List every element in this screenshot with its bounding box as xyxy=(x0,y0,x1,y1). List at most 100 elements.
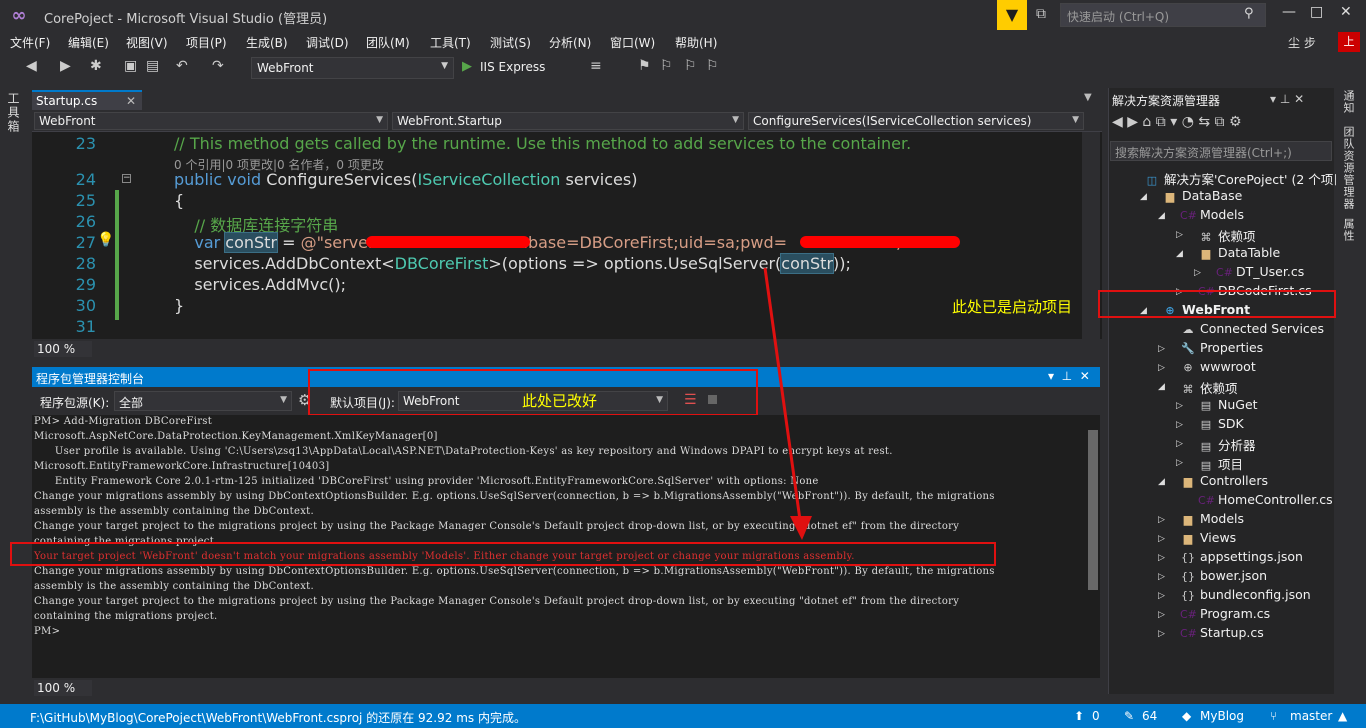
bookmark-prev-icon[interactable]: ⚐ xyxy=(660,58,673,74)
tree-expander-icon[interactable]: ▷ xyxy=(1158,553,1165,563)
type-nav-select[interactable]: WebFront.Startup ▼ xyxy=(392,112,744,130)
toolbox-tab[interactable]: 工具箱 xyxy=(6,92,22,134)
tree-expander-icon[interactable]: ◢ xyxy=(1158,382,1165,392)
tree-item[interactable]: ▆ DataBase xyxy=(1162,188,1243,203)
tree-expander-icon[interactable]: ▷ xyxy=(1176,458,1183,468)
push-count[interactable]: 0 xyxy=(1092,709,1100,723)
tree-expander-icon[interactable]: ▷ xyxy=(1176,401,1183,411)
run-button[interactable]: IIS Express xyxy=(480,60,545,74)
tree-expander-icon[interactable]: ▷ xyxy=(1194,268,1201,278)
tree-expander-icon[interactable]: ▷ xyxy=(1158,363,1165,373)
tree-item[interactable]: ▆ Controllers xyxy=(1180,473,1268,488)
menu-team[interactable]: 团队(M) xyxy=(366,34,410,51)
tree-item[interactable]: ▤ NuGet xyxy=(1198,397,1258,412)
push-icon[interactable]: ⬆ xyxy=(1074,709,1084,723)
chevron-up-icon[interactable]: ▲ xyxy=(1338,709,1347,723)
tree-item[interactable]: C# Models xyxy=(1180,207,1244,222)
tree-item[interactable]: {} bower.json xyxy=(1180,568,1267,583)
back-icon[interactable]: ◀ xyxy=(26,58,37,74)
tree-expander-icon[interactable]: ▷ xyxy=(1158,591,1165,601)
pending-changes-count[interactable]: 64 xyxy=(1142,709,1157,723)
quick-launch-input[interactable]: 快速启动 (Ctrl+Q) xyxy=(1060,3,1266,27)
solution-search-input[interactable]: 搜索解决方案资源管理器(Ctrl+;) xyxy=(1110,141,1332,161)
tree-item[interactable]: ▆ Views xyxy=(1180,530,1236,545)
pmc-window-controls[interactable]: ▾ ⊥ ✕ xyxy=(1048,369,1090,383)
branch-name[interactable]: master xyxy=(1290,709,1332,723)
console-zoom-select[interactable]: 100 % xyxy=(34,680,92,696)
feedback-icon[interactable]: ⧉ xyxy=(1036,6,1046,22)
bookmark-clear-icon[interactable]: ⚐ xyxy=(706,58,719,74)
tree-item[interactable]: ☁ Connected Services xyxy=(1180,321,1325,336)
menu-help[interactable]: 帮助(H) xyxy=(675,34,717,51)
menu-analyze[interactable]: 分析(N) xyxy=(549,34,591,51)
tree-item[interactable]: ⊕ wwwroot xyxy=(1180,359,1255,374)
tree-expander-icon[interactable]: ▷ xyxy=(1158,534,1165,544)
bookmark-icon[interactable]: ⚑ xyxy=(638,58,651,74)
tree-item[interactable]: ▤ SDK xyxy=(1198,416,1244,431)
tree-expander-icon[interactable]: ▷ xyxy=(1158,629,1165,639)
repo-icon[interactable]: ◆ xyxy=(1182,709,1191,723)
member-nav-select[interactable]: ConfigureServices(IServiceCollection ser… xyxy=(748,112,1084,130)
tree-item[interactable]: C# HomeController.cs xyxy=(1198,492,1333,507)
tree-expander-icon[interactable]: ▷ xyxy=(1158,515,1165,525)
tree-expander-icon[interactable]: ◢ xyxy=(1158,477,1165,487)
repo-name[interactable]: MyBlog xyxy=(1200,709,1244,723)
tree-expander-icon[interactable]: ▷ xyxy=(1176,439,1183,449)
solution-explorer-controls[interactable]: ▾ ⊥ ✕ xyxy=(1270,92,1304,106)
tree-item[interactable]: ◫ 解决方案'CorePoject' (2 个项目) xyxy=(1144,169,1351,188)
tree-item[interactable]: C# DT_User.cs xyxy=(1216,264,1304,279)
menu-debug[interactable]: 调试(D) xyxy=(306,34,349,51)
tree-item[interactable]: C# Program.cs xyxy=(1180,606,1270,621)
branch-icon[interactable]: ⑂ xyxy=(1270,709,1277,723)
close-icon[interactable]: ✕ xyxy=(126,94,136,108)
maximize-button[interactable]: □ xyxy=(1310,4,1323,20)
redo-icon[interactable]: ↷ xyxy=(212,58,224,74)
tree-expander-icon[interactable]: ◢ xyxy=(1140,192,1147,202)
undo-icon[interactable]: ↶ xyxy=(176,58,188,74)
tree-item[interactable]: 🔧 Properties xyxy=(1180,340,1263,355)
save-icon[interactable]: ▣ xyxy=(124,58,137,74)
align-icon[interactable]: ≡ xyxy=(590,58,602,74)
tree-expander-icon[interactable]: ◢ xyxy=(1158,211,1165,221)
console-scrollbar[interactable] xyxy=(1088,430,1098,590)
search-icon[interactable]: ⚲ xyxy=(1244,6,1254,21)
tree-item[interactable]: ▤ 项目 xyxy=(1198,454,1243,473)
menu-tools[interactable]: 工具(T) xyxy=(430,34,471,51)
close-button[interactable]: ✕ xyxy=(1340,4,1352,20)
tree-item[interactable]: ⌘ 依赖项 xyxy=(1198,226,1256,245)
tree-item[interactable]: C# Startup.cs xyxy=(1180,625,1264,640)
tree-expander-icon[interactable]: ▷ xyxy=(1176,420,1183,430)
tab-list-chevron-icon[interactable]: ▼ xyxy=(1084,92,1092,103)
tree-expander-icon[interactable]: ▷ xyxy=(1158,572,1165,582)
project-nav-select[interactable]: WebFront ▼ xyxy=(34,112,388,130)
tree-expander-icon[interactable]: ◢ xyxy=(1176,249,1183,259)
minimize-button[interactable]: — xyxy=(1282,4,1296,20)
bookmark-next-icon[interactable]: ⚐ xyxy=(684,58,697,74)
run-icon[interactable]: ▶ xyxy=(462,59,472,74)
notifications-tab[interactable]: 通知 xyxy=(1342,90,1356,114)
tree-item[interactable]: ⌘ 依赖项 xyxy=(1180,378,1238,397)
pencil-icon[interactable]: ✎ xyxy=(1124,709,1134,723)
menu-project[interactable]: 项目(P) xyxy=(186,34,227,51)
menu-file[interactable]: 文件(F) xyxy=(10,34,50,51)
tree-item[interactable]: {} appsettings.json xyxy=(1180,549,1303,564)
new-project-icon[interactable]: ✱ xyxy=(90,58,102,74)
tree-item[interactable]: ▤ 分析器 xyxy=(1198,435,1256,454)
tab-startup-cs[interactable]: Startup.cs ✕ xyxy=(32,90,142,110)
menu-edit[interactable]: 编辑(E) xyxy=(68,34,109,51)
user-name[interactable]: 尘 步 xyxy=(1288,34,1316,51)
collapse-icon[interactable]: − xyxy=(122,174,131,183)
menu-build[interactable]: 生成(B) xyxy=(246,34,288,51)
tree-expander-icon[interactable]: ▷ xyxy=(1176,230,1183,240)
menu-test[interactable]: 测试(S) xyxy=(490,34,531,51)
tree-item[interactable]: {} bundleconfig.json xyxy=(1180,587,1311,602)
tree-item[interactable]: ▆ Models xyxy=(1180,511,1244,526)
notification-flag-icon[interactable]: ▼ xyxy=(997,0,1027,30)
solution-explorer-toolbar[interactable]: ◀ ▶ ⌂ ⧉ ▾ ◔ ⇆ ⧉ ⚙ xyxy=(1112,114,1242,130)
package-source-select[interactable]: 全部 ▼ xyxy=(114,391,292,411)
save-all-icon[interactable]: ▤ xyxy=(146,58,159,74)
editor-zoom-select[interactable]: 100 % xyxy=(34,341,92,357)
forward-icon[interactable]: ▶ xyxy=(60,58,71,74)
properties-tab[interactable]: 属性 xyxy=(1342,218,1356,242)
team-explorer-tab[interactable]: 团队资源管理器 xyxy=(1342,126,1356,210)
